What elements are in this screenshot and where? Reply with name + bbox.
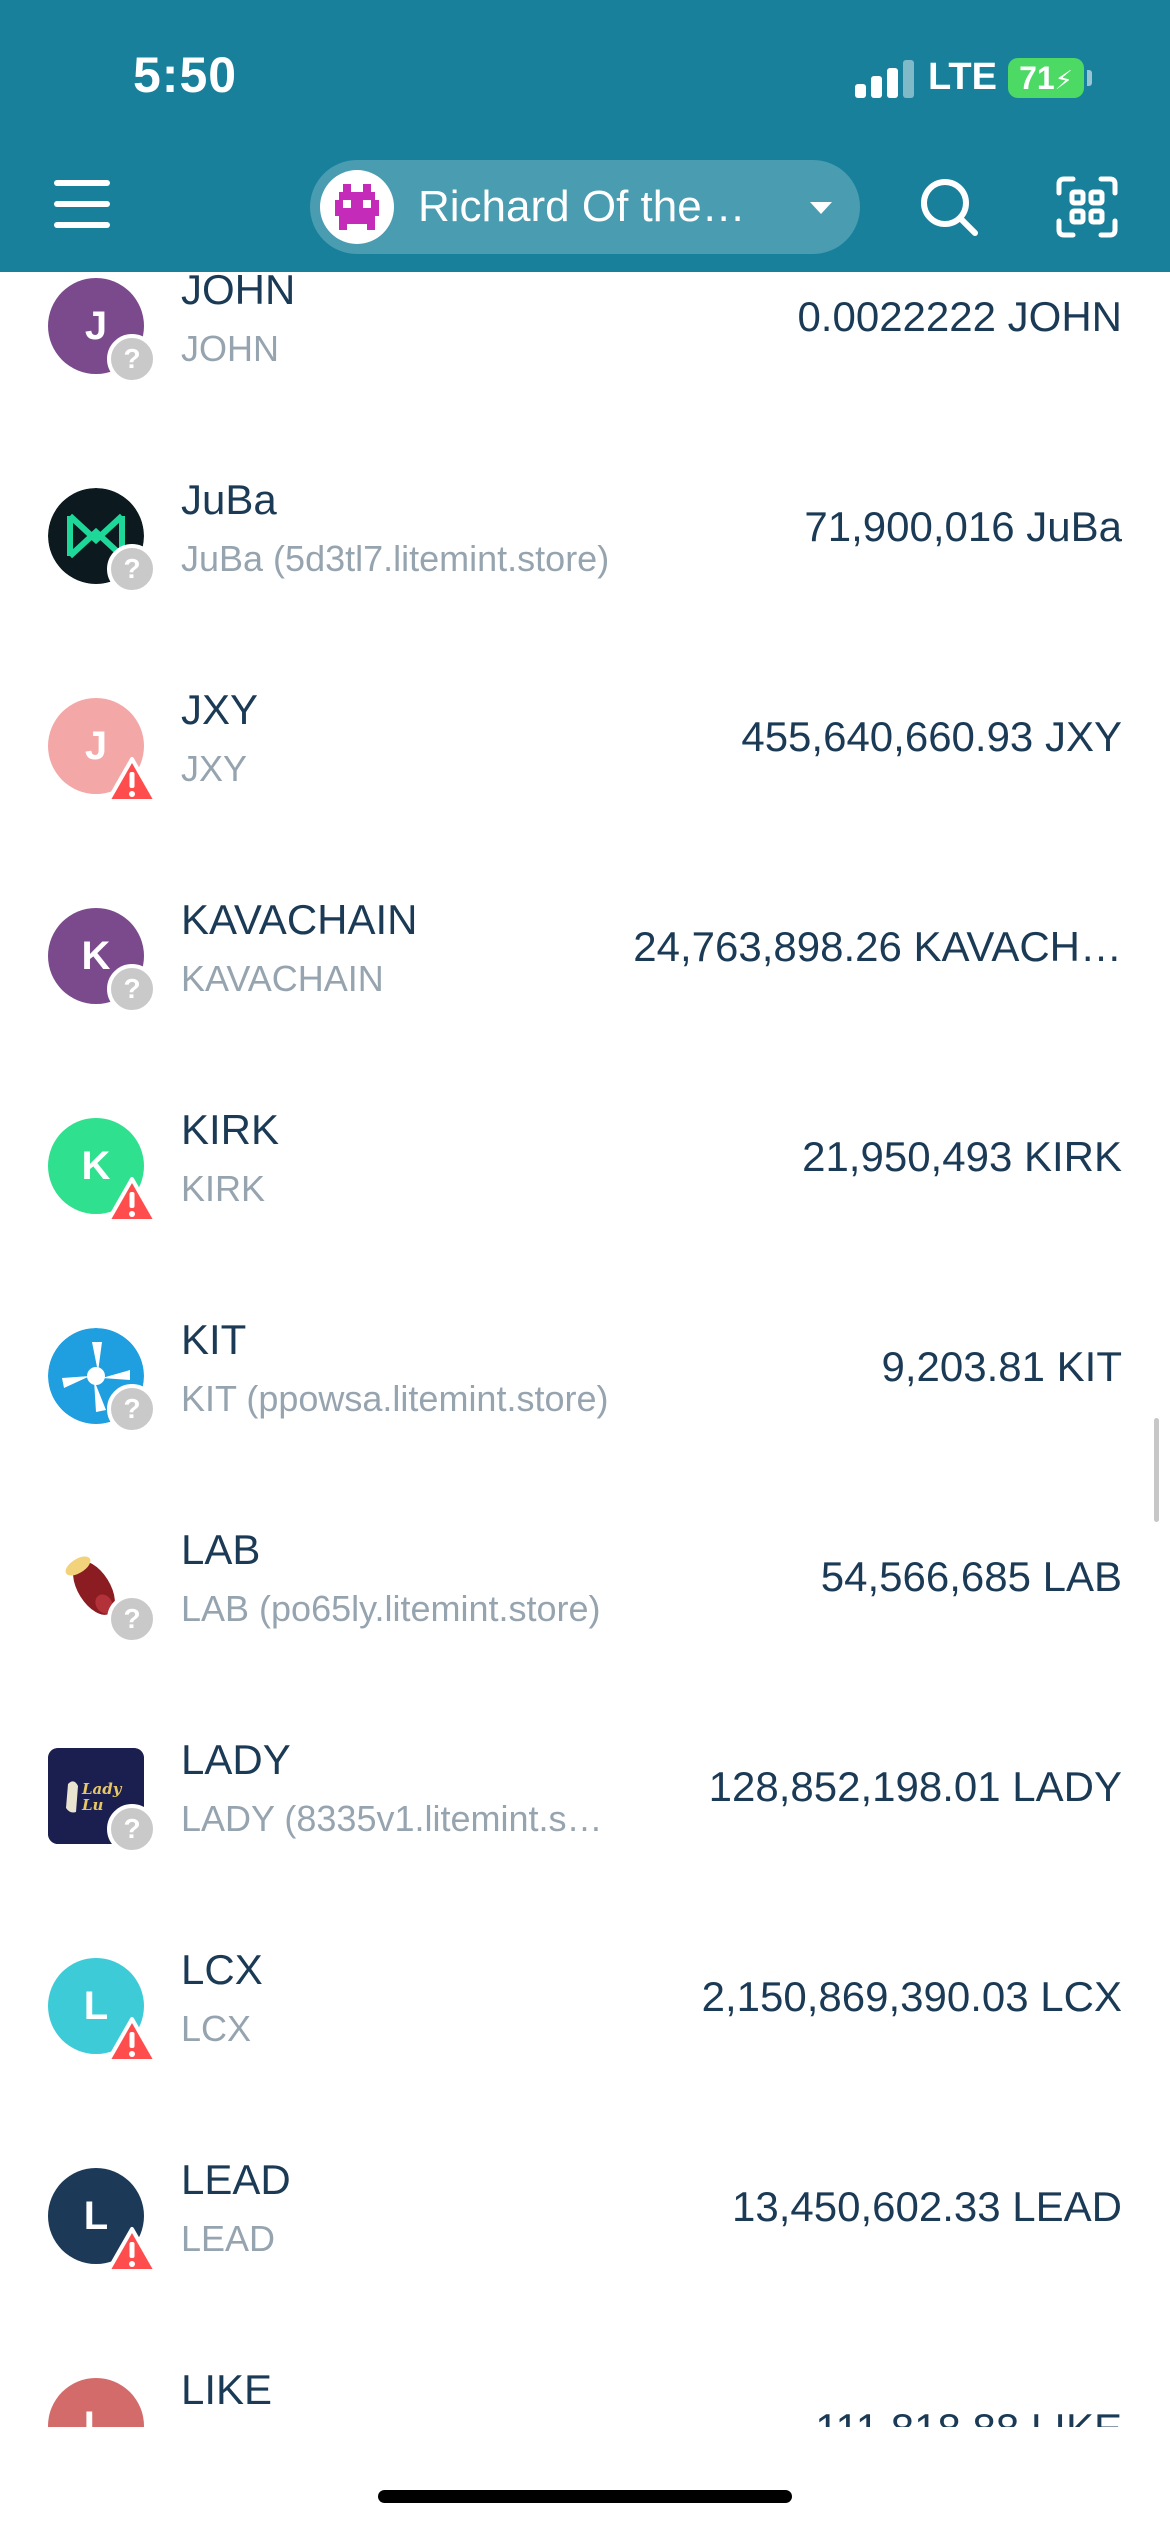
token-row[interactable]: Lady Lu ? LADY LADY (8335v1.litemint.s… … xyxy=(0,1736,1170,1958)
token-avatar: L xyxy=(48,2378,144,2427)
charging-bolt-icon: ⚡ xyxy=(1054,65,1073,95)
unknown-asset-icon: ? xyxy=(107,1384,157,1434)
token-row[interactable]: J ? JOHN JOHN 0.0022222 JOHN xyxy=(0,272,1170,488)
wallet-avatar-icon xyxy=(320,170,394,244)
token-balance: 24,763,898.26 KAVACH… xyxy=(633,923,1122,970)
token-issuer: KIT (ppowsa.litemint.store) xyxy=(181,1378,609,1419)
token-issuer: JuBa (5d3tl7.litemint.store) xyxy=(181,538,610,579)
token-balance: 9,203.81 KIT xyxy=(881,1343,1123,1390)
status-time: 5:50 xyxy=(133,47,238,103)
token-balance: 0.0022222 JOHN xyxy=(797,293,1122,340)
warning-icon xyxy=(106,2017,158,2063)
token-balance: 13,450,602.33 LEAD xyxy=(732,2183,1122,2230)
battery-icon: 71⚡ xyxy=(1008,58,1084,98)
token-list: J ? JOHN JOHN 0.0022222 JOHN ? JuBa JuBa… xyxy=(0,272,1170,2427)
token-balance: 54,566,685 LAB xyxy=(820,1553,1122,1600)
wallet-selector[interactable]: Richard Of the… xyxy=(310,160,860,254)
token-row[interactable]: ? LAB LAB (po65ly.litemint.store) 54,566… xyxy=(0,1526,1170,1748)
token-symbol: JXY xyxy=(181,686,259,733)
menu-button[interactable] xyxy=(54,180,110,230)
token-issuer: LEAD xyxy=(181,2218,276,2259)
token-balance: 455,640,660.93 JXY xyxy=(741,713,1122,760)
token-issuer: LAB (po65ly.litemint.store) xyxy=(181,1588,601,1629)
token-issuer: JXY xyxy=(181,748,248,789)
warning-icon xyxy=(106,1177,158,1223)
warning-icon xyxy=(106,2227,158,2273)
token-symbol: KIRK xyxy=(181,1106,280,1153)
unknown-asset-icon: ? xyxy=(107,964,157,1014)
search-button[interactable] xyxy=(918,176,980,238)
token-symbol: LCX xyxy=(181,1946,263,1993)
token-row[interactable]: ? KIT KIT (ppowsa.litemint.store) 9,203.… xyxy=(0,1316,1170,1538)
token-balance: 21,950,493 KIRK xyxy=(802,1133,1122,1180)
token-row[interactable]: K KIRK KIRK 21,950,493 KIRK xyxy=(0,1106,1170,1328)
home-indicator[interactable] xyxy=(378,2490,792,2503)
token-balance: 128,852,198.01 LADY xyxy=(708,1763,1122,1810)
scrollbar[interactable] xyxy=(1154,1418,1159,1522)
token-row[interactable]: K ? KAVACHAIN KAVACHAIN 24,763,898.26 KA… xyxy=(0,896,1170,1118)
unknown-asset-icon: ? xyxy=(107,1804,157,1854)
token-symbol: LAB xyxy=(181,1526,261,1573)
token-issuer: KAVACHAIN xyxy=(181,958,384,999)
token-issuer: JOHN xyxy=(181,328,279,369)
unknown-asset-icon: ? xyxy=(107,334,157,384)
token-symbol: JOHN xyxy=(181,272,296,313)
token-row[interactable]: J JXY JXY 455,640,660.93 JXY xyxy=(0,686,1170,908)
token-balance: 2,150,869,390.03 LCX xyxy=(701,1973,1122,2020)
unknown-asset-icon: ? xyxy=(107,1594,157,1644)
token-row[interactable]: L LIKE 111,818.88 LIKE xyxy=(0,2366,1170,2427)
token-row[interactable]: L LEAD LEAD 13,450,602.33 LEAD xyxy=(0,2156,1170,2378)
scan-button[interactable] xyxy=(1056,176,1118,238)
warning-icon xyxy=(106,757,158,803)
battery-level: 71 xyxy=(1019,60,1055,96)
token-symbol: LEAD xyxy=(181,2156,291,2203)
token-balance: 71,900,016 JuBa xyxy=(804,503,1122,550)
unknown-asset-icon: ? xyxy=(107,544,157,594)
app-header: 5:50 LTE 71⚡ Richard Of the… xyxy=(0,0,1170,272)
token-symbol: JuBa xyxy=(181,476,277,523)
token-row[interactable]: L LCX LCX 2,150,869,390.03 LCX xyxy=(0,1946,1170,2168)
token-row[interactable]: ? JuBa JuBa (5d3tl7.litemint.store) 71,9… xyxy=(0,476,1170,698)
search-icon xyxy=(921,179,978,236)
battery-nub xyxy=(1087,70,1092,86)
token-symbol: LIKE xyxy=(181,2366,273,2413)
token-symbol: KAVACHAIN xyxy=(181,896,418,943)
cellular-signal-icon xyxy=(855,58,915,98)
token-issuer: KIRK xyxy=(181,1168,266,1209)
token-issuer: LCX xyxy=(181,2008,252,2049)
qr-scan-icon xyxy=(1056,176,1118,238)
token-issuer: LADY (8335v1.litemint.s… xyxy=(181,1798,603,1839)
chevron-down-icon xyxy=(810,202,832,214)
network-type: LTE xyxy=(928,56,997,98)
token-symbol: LADY xyxy=(181,1736,291,1783)
wallet-name: Richard Of the… xyxy=(418,182,746,231)
svg-text:Lu: Lu xyxy=(81,1796,104,1814)
token-symbol: KIT xyxy=(181,1316,247,1363)
token-balance: 111,818.88 LIKE xyxy=(815,2405,1122,2427)
